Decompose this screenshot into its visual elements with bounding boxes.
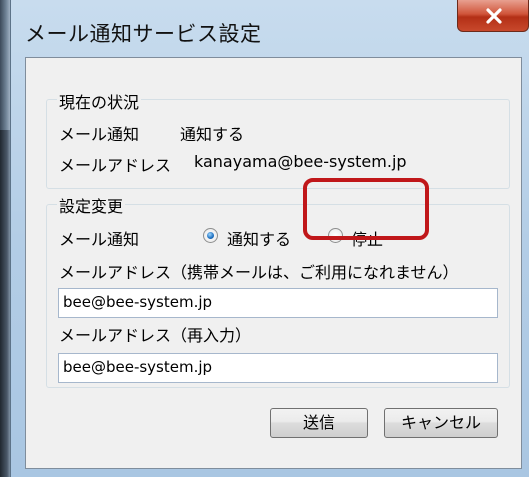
status-mail-address-label: メールアドレス xyxy=(59,156,172,175)
close-icon xyxy=(486,8,502,24)
settings-mail-notify-label: メール通知 xyxy=(59,230,140,249)
settings-group-legend: 設定変更 xyxy=(57,193,126,217)
dialog-window: メール通知サービス設定 現在の状況 メール通知 通知する メールアドレス kan… xyxy=(10,0,529,477)
title-bar[interactable]: メール通知サービス設定 xyxy=(11,0,529,58)
dialog-content: 現在の状況 メール通知 通知する メールアドレス kanayama@bee-sy… xyxy=(25,57,522,469)
radio-notify[interactable] xyxy=(203,228,218,243)
send-button[interactable]: 送信 xyxy=(270,408,368,438)
status-mail-address-value: kanayama@bee-system.jp xyxy=(194,152,407,171)
email-field-label: メールアドレス（携帯メールは、ご利用になれません） xyxy=(59,263,459,282)
background-window-edge xyxy=(0,0,10,477)
highlight-annotation xyxy=(303,178,429,240)
status-group-legend: 現在の状況 xyxy=(57,89,142,113)
email-field[interactable]: bee@bee-system.jp xyxy=(58,288,498,318)
window-title: メール通知サービス設定 xyxy=(25,22,262,46)
cancel-button[interactable]: キャンセル xyxy=(384,408,498,438)
status-mail-notify-value: 通知する xyxy=(180,125,245,144)
close-button[interactable] xyxy=(457,0,529,32)
radio-notify-label[interactable]: 通知する xyxy=(227,226,291,250)
email-reenter-field-label: メールアドレス（再入力） xyxy=(59,326,252,345)
status-mail-notify-label: メール通知 xyxy=(59,125,140,144)
email-reenter-field[interactable]: bee@bee-system.jp xyxy=(58,353,498,383)
